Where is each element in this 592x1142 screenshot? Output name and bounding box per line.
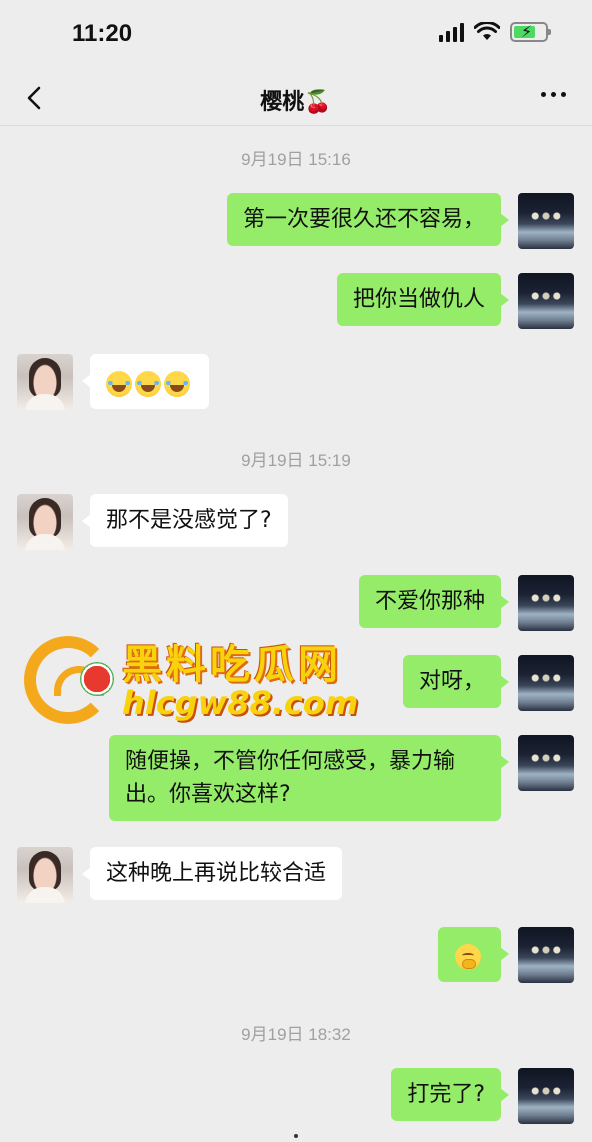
home-indicator	[294, 1134, 298, 1138]
chat-timestamp: 9月19日 15:19	[241, 451, 351, 470]
message-bubble-self[interactable]: 对呀，	[402, 655, 510, 708]
chat-timestamp: 9月19日 18:32	[241, 1025, 351, 1044]
laughing-crying-emoji-icon	[164, 371, 190, 397]
status-icons: ⚡	[439, 22, 551, 42]
contact-avatar[interactable]	[17, 847, 73, 903]
status-time: 11:20	[72, 20, 133, 47]
self-avatar[interactable]	[518, 655, 574, 711]
message-bubble-self[interactable]: 打完了?	[391, 1068, 509, 1121]
chat-title: 樱桃🍒	[260, 90, 332, 115]
wifi-icon	[474, 22, 500, 40]
signal-icon	[439, 22, 464, 42]
more-dot-icon	[551, 92, 556, 97]
nav-bar: 樱桃🍒	[0, 70, 592, 126]
message-bubble-other[interactable]: 这种晚上再说比较合适	[81, 847, 343, 900]
watermark-url: hlcgw88.com	[122, 684, 359, 722]
message-bubble-self[interactable]: 第一次要很久还不容易，	[226, 193, 510, 246]
contact-avatar[interactable]	[17, 354, 73, 410]
message-bubble-other[interactable]: 那不是没感觉了?	[82, 494, 288, 547]
shy-face-emoji-icon	[455, 944, 481, 970]
watermark: 黑料吃瓜网 hlcgw88.com	[24, 632, 364, 728]
status-bar: 11:20 ⚡	[0, 0, 592, 70]
message-bubble-self[interactable]: 随便操，不管你任何感受，暴力输出。你喜欢这样?	[109, 735, 509, 821]
message-bubble-self[interactable]: 不爱你那种	[358, 575, 510, 628]
more-options-button[interactable]	[541, 92, 566, 97]
message-bubble-other[interactable]	[82, 354, 209, 409]
self-avatar[interactable]	[518, 193, 574, 249]
self-avatar[interactable]	[518, 1068, 574, 1124]
contact-avatar[interactable]	[17, 494, 73, 550]
message-bubble-self[interactable]: 把你当做仇人	[336, 273, 510, 326]
self-avatar[interactable]	[518, 735, 574, 791]
laughing-crying-emoji-icon	[135, 371, 161, 397]
self-avatar[interactable]	[518, 273, 574, 329]
self-avatar[interactable]	[518, 575, 574, 631]
more-dot-icon	[561, 92, 566, 97]
more-dot-icon	[541, 92, 546, 97]
watermelon-icon	[80, 662, 114, 696]
self-avatar[interactable]	[518, 927, 574, 983]
watermark-title: 黑料吃瓜网	[122, 642, 342, 688]
laughing-crying-emoji-icon	[106, 371, 132, 397]
watermark-logo-icon	[24, 636, 112, 724]
message-bubble-self[interactable]	[438, 927, 509, 982]
battery-icon: ⚡	[510, 22, 551, 42]
chat-timestamp: 9月19日 15:16	[241, 150, 351, 169]
